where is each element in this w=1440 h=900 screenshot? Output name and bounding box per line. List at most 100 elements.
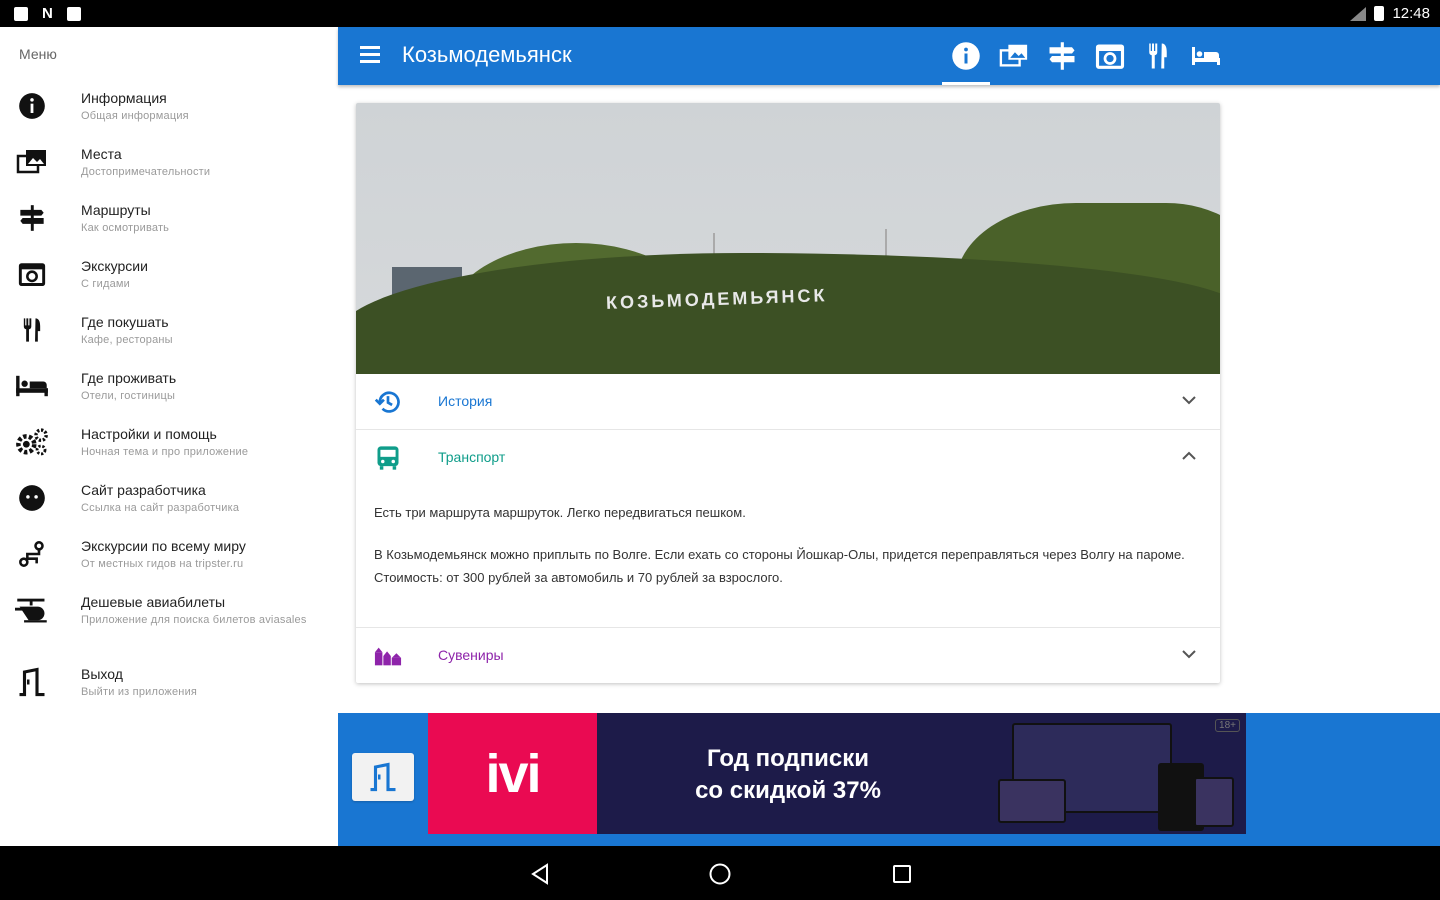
tab-routes[interactable] (1038, 27, 1086, 85)
menu-item-exit[interactable]: Выход Выйти из приложения (0, 659, 338, 715)
menu-sub: Ссылка на сайт разработчика (81, 502, 240, 514)
section-transport[interactable]: Транспорт (356, 430, 1220, 486)
sd-card-icon (14, 6, 28, 21)
notification-icon (66, 6, 81, 21)
tab-bar (942, 27, 1230, 85)
photo-hill (356, 253, 1220, 374)
menu-item-world-tours[interactable]: Экскурсии по всему миру От местных гидов … (0, 531, 338, 587)
restaurant-icon (15, 313, 49, 347)
menu-label: Где покушать (81, 314, 169, 330)
places-icon (999, 44, 1028, 67)
ad-line-1: Год подписки (706, 745, 870, 772)
camera-icon (1095, 44, 1125, 69)
menu-sub: Выйти из приложения (81, 686, 198, 698)
drawer-title: Меню (19, 46, 57, 62)
souvenir-icon (374, 642, 402, 670)
ad-line-2: со скидкой 37% (695, 777, 881, 804)
menu-sub: Приложение для поиска билетов aviasales (81, 614, 307, 626)
menu-label: Настройки и помощь (81, 426, 217, 442)
menu-sub: Достопримечательности (81, 166, 211, 178)
bus-icon (374, 444, 402, 472)
menu-item-settings[interactable]: Настройки и помощь Ночная тема и про прил… (0, 419, 338, 475)
section-label: Транспорт (438, 449, 506, 465)
section-history[interactable]: История (356, 374, 1220, 430)
places-icon (15, 145, 49, 179)
menu-label: Экскурсии по всему миру (81, 538, 246, 554)
chevron-up-icon (1182, 448, 1196, 464)
ad-headline: Год подписки со скидкой 37% (598, 743, 978, 807)
ad-banner[interactable]: ivi Год подписки со скидкой 37% 18+ (428, 713, 1246, 834)
exit-button[interactable] (352, 753, 414, 801)
menu-sub: С гидами (81, 278, 130, 290)
signpost-icon (1049, 42, 1075, 70)
transport-text-2: В Козьмодемьянск можно приплыть по Волге… (374, 547, 1185, 585)
menu-item-developer[interactable]: Сайт разработчика Ссылка на сайт разработ… (0, 475, 338, 531)
info-icon (15, 89, 49, 123)
menu-label: Информация (81, 90, 167, 106)
age-rating: 18+ (1215, 719, 1240, 732)
hotel-icon (1192, 47, 1220, 65)
home-button[interactable] (706, 860, 734, 888)
system-nav-bar (0, 846, 1440, 900)
menu-item-flights[interactable]: Дешевые авиабилеты Приложение для поиска … (0, 587, 338, 643)
menu-item-excursions[interactable]: Экскурсии С гидами (0, 251, 338, 307)
helicopter-icon (15, 593, 49, 627)
navigation-drawer: Меню Информация Общая информация Места Дос… (0, 27, 338, 846)
signal-icon (1350, 6, 1367, 21)
menu-icon[interactable] (360, 46, 380, 63)
section-souvenirs[interactable]: Сувениры (356, 627, 1220, 683)
tab-food[interactable] (1134, 27, 1182, 85)
menu-label: Маршруты (81, 202, 151, 218)
status-bar: N 12:48 (0, 0, 1440, 27)
menu-item-routes[interactable]: Маршруты Как осмотривать (0, 195, 338, 251)
city-photo: КОЗЬМОДЕМЬЯНСК (356, 103, 1220, 374)
menu-sub: Кафе, рестораны (81, 334, 173, 346)
recents-button[interactable] (888, 860, 916, 888)
section-label: Сувениры (438, 647, 504, 663)
hotel-icon (15, 369, 49, 403)
settings-icon (15, 425, 49, 459)
menu-label: Сайт разработчика (81, 482, 206, 498)
menu-sub: Как осмотривать (81, 222, 170, 234)
tablet-screen (1194, 777, 1234, 827)
status-time: 12:48 (1392, 5, 1430, 22)
chevron-down-icon (1182, 646, 1196, 662)
menu-label: Дешевые авиабилеты (81, 594, 226, 610)
page-title: Козьмодемьянск (402, 42, 572, 67)
transport-text-1: Есть три маршрута маршруток. Легко перед… (374, 505, 746, 520)
info-icon (952, 42, 980, 70)
menu-item-food[interactable]: Где покушать Кафе, рестораны (0, 307, 338, 363)
app-bar: Козьмодемьянск (338, 27, 1440, 85)
chevron-down-icon (1182, 392, 1196, 408)
ad-devices-image (998, 721, 1238, 831)
route-icon (15, 537, 49, 571)
ad-area: ivi Год подписки со скидкой 37% 18+ (338, 713, 1440, 846)
tab-hotels[interactable] (1182, 27, 1230, 85)
recents-icon (893, 865, 911, 883)
menu-label: Места (81, 146, 122, 162)
main-content: Козьмодемьянск КОЗЬМОДЕМЬЯНСК История Тр… (338, 27, 1440, 846)
menu-sub: Общая информация (81, 110, 189, 122)
ivi-logo: ivi (428, 713, 597, 834)
developer-icon (15, 481, 49, 515)
home-icon (709, 863, 731, 885)
menu-sub: От местных гидов на tripster.ru (81, 558, 244, 570)
menu-sub: Ночная тема и про приложение (81, 446, 249, 458)
restaurant-icon (1149, 43, 1167, 69)
battery-icon (1374, 6, 1385, 21)
menu-sub: Отели, гостиницы (81, 390, 176, 402)
laptop-screen (998, 779, 1066, 823)
nfc-icon: N (42, 4, 53, 22)
menu-label: Выход (81, 666, 123, 682)
section-label: История (438, 393, 493, 409)
exit-icon (15, 665, 49, 699)
tab-info[interactable] (942, 27, 990, 85)
back-icon (531, 863, 548, 885)
menu-item-info[interactable]: Информация Общая информация (0, 83, 338, 139)
menu-item-places[interactable]: Места Достопримечательности (0, 139, 338, 195)
tab-excursions[interactable] (1086, 27, 1134, 85)
exit-icon (370, 762, 396, 792)
back-button[interactable] (526, 860, 554, 888)
tab-places[interactable] (990, 27, 1038, 85)
menu-item-hotels[interactable]: Где проживать Отели, гостиницы (0, 363, 338, 419)
